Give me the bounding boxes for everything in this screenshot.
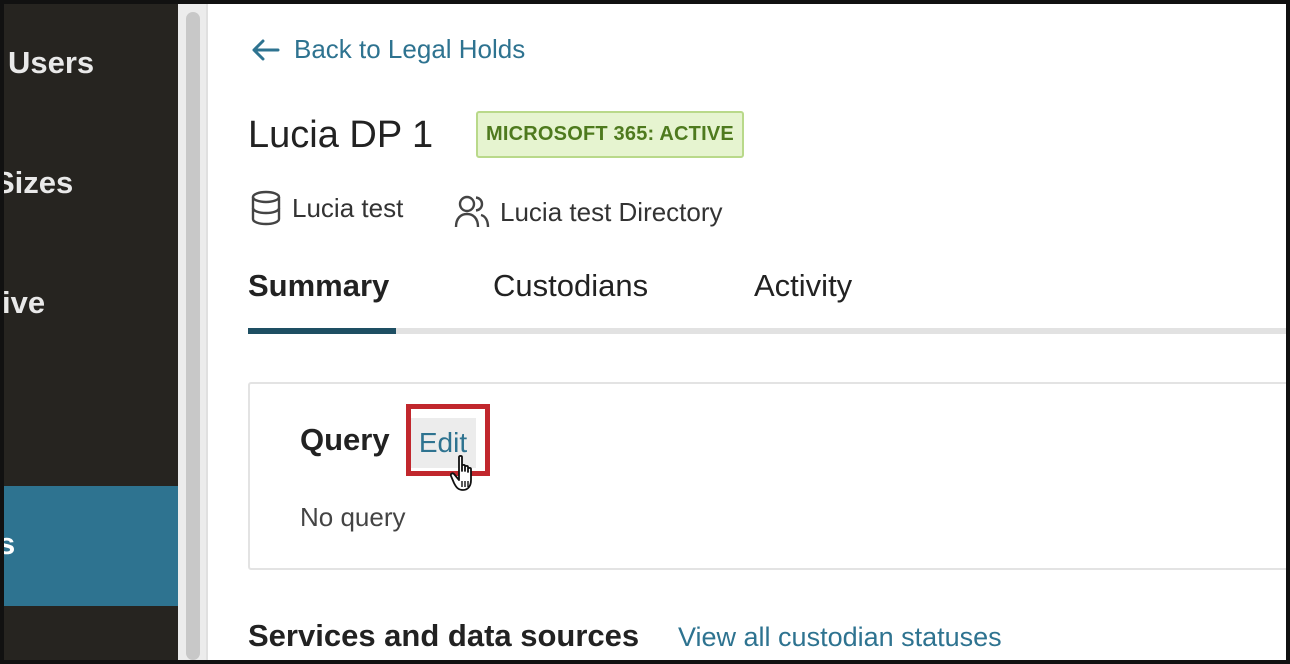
- query-card: Query Edit No query: [248, 382, 1290, 570]
- back-to-legal-holds-link[interactable]: Back to Legal Holds: [250, 34, 525, 65]
- sidebar-item-legal-holds[interactable]: s: [4, 486, 178, 606]
- hand-pointer-icon: [450, 454, 472, 491]
- query-empty-text: No query: [300, 502, 406, 532]
- tab-summary[interactable]: Summary: [248, 268, 389, 304]
- sidebar-item-sizes[interactable]: Sizes: [4, 165, 73, 201]
- sidebar-item-label: s: [4, 526, 16, 561]
- database-name: Lucia test: [292, 192, 404, 223]
- directory-name: Lucia test Directory: [500, 196, 723, 227]
- users-icon: [454, 195, 490, 228]
- page-title: Lucia DP 1: [248, 114, 434, 156]
- database-icon: [251, 190, 281, 226]
- main-content: Back to Legal Holds Lucia DP 1 MICROSOFT…: [208, 4, 1290, 660]
- arrow-left-icon: [252, 39, 280, 60]
- database-info: Lucia test: [250, 190, 403, 226]
- sidebar-item-users[interactable]: Users: [8, 45, 94, 81]
- view-custodian-statuses-link[interactable]: View all custodian statuses: [678, 622, 1002, 653]
- directory-info: Lucia test Directory: [454, 194, 723, 230]
- query-heading: Query: [300, 422, 390, 457]
- tab-underline: [248, 328, 1286, 334]
- tab-bar: Summary Custodians Activity: [248, 262, 1286, 336]
- active-tab-indicator: [248, 328, 396, 334]
- sidebar-item-archive[interactable]: ive: [4, 285, 45, 321]
- status-badge: MICROSOFT 365: ACTIVE: [476, 111, 744, 158]
- scrollbar-thumb[interactable]: [186, 12, 200, 660]
- sidebar: Users Sizes ive s: [4, 4, 178, 660]
- back-link-label: Back to Legal Holds: [294, 34, 526, 64]
- tab-activity[interactable]: Activity: [754, 268, 852, 304]
- services-heading: Services and data sources: [248, 618, 640, 653]
- tab-custodians[interactable]: Custodians: [493, 268, 648, 304]
